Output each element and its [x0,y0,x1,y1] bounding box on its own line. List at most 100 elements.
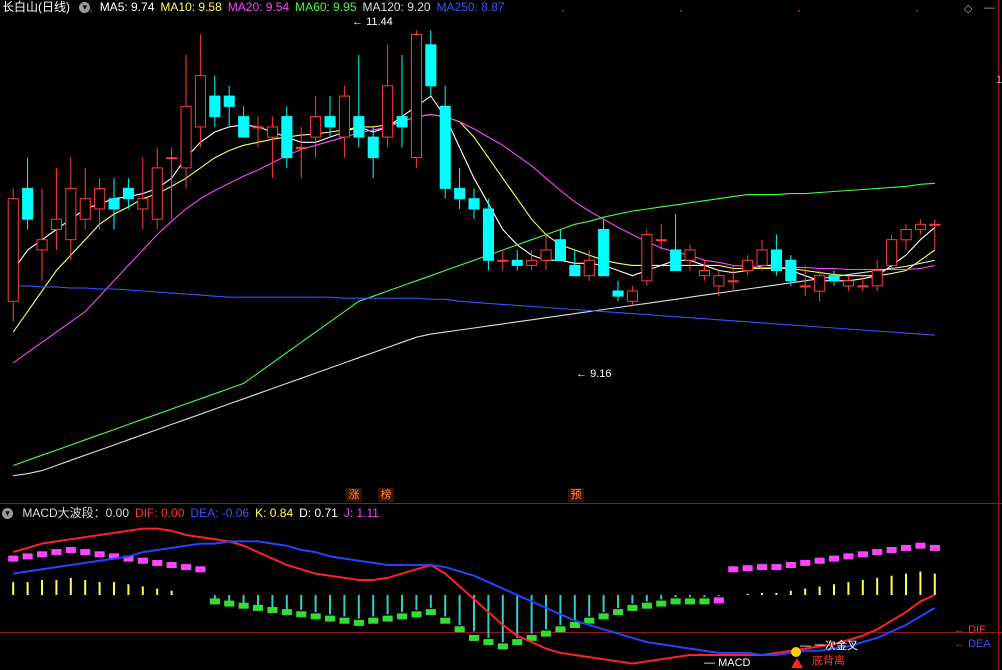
macd-histogram-block [598,613,609,620]
macd-value-2: DEA: -0.06 [190,506,250,520]
macd-histogram-block [929,544,940,551]
macd-histogram-block [397,613,408,620]
macd-histogram-block [296,611,307,618]
candle-up [94,187,106,210]
macd-histogram-block [843,553,854,560]
candle-up [641,234,653,282]
candle-up [137,198,149,210]
macd-histogram-block [641,602,652,609]
macd-histogram-block [627,604,638,611]
macd-histogram-block [555,626,566,633]
macd-histogram-block [541,630,552,637]
candle-up [151,167,163,220]
macd-value-0: MACD大波段：0.00 [22,506,130,520]
kline-chart [0,0,1002,670]
macd-histogram-block [886,547,897,553]
candle-down [122,187,135,200]
macd-histogram-block [440,617,451,624]
macd-histogram-block [857,551,868,558]
candle-down [223,95,235,107]
candle-down [396,116,408,128]
macd-histogram-block [37,551,48,558]
candle-up [7,198,19,302]
macd-histogram-block [209,598,220,605]
candle-down [569,264,581,277]
macd-histogram-block [497,643,508,650]
macd-value-1: DIF: 0.00 [135,506,185,520]
candle-up [166,157,178,160]
candle-up [497,259,509,262]
minimize-icon[interactable]: — [984,2,995,14]
dif-line-label: ← DIF [954,624,986,636]
expand-diamond-icon[interactable]: ◇ [964,2,972,15]
candle-up [65,187,77,241]
macd-histogram-block [253,604,264,611]
candle-up [540,249,552,261]
candle-down [425,44,437,87]
candle-up [295,146,307,149]
macd-histogram-block [22,553,33,560]
macd-value-5: J: 1.11 [343,506,379,520]
tag-bang[interactable]: 榜 [378,488,394,502]
macd-histogram-block [685,598,696,605]
candle-up [756,249,768,266]
ma-value-2: MA20: 9.54 [227,0,290,14]
macd-histogram-block [728,566,739,573]
macd-histogram-block [713,597,724,604]
macd-histogram-block [137,557,148,564]
high-price-label: ← 11.44 [352,16,393,28]
macd-histogram-block [382,615,393,622]
candle-down [324,116,336,128]
candle-down [238,116,250,138]
candle-down [367,136,379,159]
macd-histogram-block [670,598,681,605]
macd-histogram-block [80,549,91,556]
macd-histogram-block [742,565,753,572]
candle-up [583,259,595,277]
macd-histogram-block [8,555,19,562]
candle-down [554,239,567,261]
candle-up [799,285,811,288]
first-golden-cross-label: — 一次金叉 [800,640,859,652]
macd-histogram-block [281,609,292,616]
candle-down [770,249,783,271]
ma-value-3: MA60: 9.95 [295,0,357,14]
tag-zhang[interactable]: 涨 [346,488,362,502]
candle-down [454,187,466,200]
macd-histogram-block [152,559,163,566]
macd-values: MACD大波段：0.00 DIF: 0.00 DEA: -0.06 K: 0.84 D:… [22,506,385,520]
macd-histogram-block [339,617,350,624]
candle-up [727,280,739,283]
candle-up [382,85,394,138]
candle-up [886,239,898,266]
macd-value-3: K: 0.84 [255,506,294,520]
tag-yu[interactable]: 预 [568,488,584,502]
macd-histogram-block [915,542,926,549]
candle-up [410,34,422,159]
candle-down [353,116,365,138]
ma-value-1: MA10: 9.58 [160,0,222,14]
candle-up [79,198,91,220]
macd-histogram-block [483,639,494,646]
macd-histogram-block [771,564,782,571]
macd-histogram-block [829,555,840,562]
toggle-circle-icon[interactable]: ▾ [79,2,91,14]
toggle-circle-icon[interactable]: ▾ [2,508,13,520]
bottom-divergence-label: 底背离 [812,655,845,667]
candle-up [742,259,754,272]
candle-up [684,249,696,261]
candle-down [511,259,523,266]
macd-histogram-block [512,639,523,646]
ma-value-5: MA250: 8.87 [436,0,505,14]
candle-down [785,259,797,282]
macd-histogram-block [901,544,912,551]
macd-histogram-block [785,562,796,568]
candle-down [108,198,120,210]
macd-histogram-block [51,549,62,556]
macd-histogram-block [454,626,465,633]
grid-dot [916,10,918,12]
macd-histogram-block [325,615,336,622]
macd-histogram-block [613,609,624,616]
candle-up [266,126,278,138]
candle-down [281,116,293,159]
